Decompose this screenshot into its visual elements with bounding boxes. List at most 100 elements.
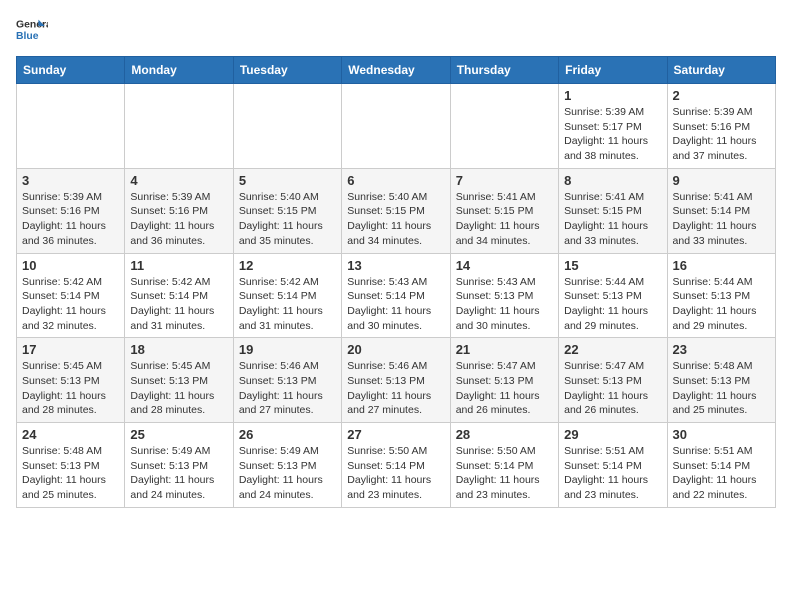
day-number: 26 bbox=[239, 427, 336, 442]
day-number: 13 bbox=[347, 258, 444, 273]
day-number: 16 bbox=[673, 258, 770, 273]
calendar-cell: 24Sunrise: 5:48 AM Sunset: 5:13 PM Dayli… bbox=[17, 423, 125, 508]
day-number: 18 bbox=[130, 342, 227, 357]
day-info: Sunrise: 5:46 AM Sunset: 5:13 PM Dayligh… bbox=[239, 359, 336, 418]
calendar-cell: 10 Sunrise: 5:42 AM Sunset: 5:14 PM Dayli… bbox=[17, 253, 125, 338]
day-info: Sunrise: 5:50 AM Sunset: 5:14 PM Dayligh… bbox=[456, 444, 553, 503]
calendar-cell: 19 Sunrise: 5:46 AM Sunset: 5:13 PM Dayli… bbox=[233, 338, 341, 423]
day-info: Sunrise: 5:43 AM Sunset: 5:13 PM Dayligh… bbox=[456, 275, 553, 334]
calendar-cell: 4Sunrise: 5:39 AM Sunset: 5:16 PM Daylig… bbox=[125, 168, 233, 253]
calendar-cell: 21 Sunrise: 5:47 AM Sunset: 5:13 PM Dayli… bbox=[450, 338, 558, 423]
day-number: 21 bbox=[456, 342, 553, 357]
logo: General Blue bbox=[16, 16, 52, 44]
day-info: Sunrise: 5:45 AM Sunset: 5:13 PM Dayligh… bbox=[22, 359, 119, 418]
day-info: Sunrise: 5:44 AM Sunset: 5:13 PM Dayligh… bbox=[673, 275, 770, 334]
day-info: Sunrise: 5:43 AM Sunset: 5:14 PM Dayligh… bbox=[347, 275, 444, 334]
weekday-header-friday: Friday bbox=[559, 57, 667, 84]
day-number: 14 bbox=[456, 258, 553, 273]
weekday-header-wednesday: Wednesday bbox=[342, 57, 450, 84]
weekday-header-saturday: Saturday bbox=[667, 57, 775, 84]
day-info: Sunrise: 5:47 AM Sunset: 5:13 PM Dayligh… bbox=[564, 359, 661, 418]
calendar-cell: 2 Sunrise: 5:39 AM Sunset: 5:16 PM Daylig… bbox=[667, 84, 775, 169]
day-info: Sunrise: 5:47 AM Sunset: 5:13 PM Dayligh… bbox=[456, 359, 553, 418]
day-info: Sunrise: 5:51 AM Sunset: 5:14 PM Dayligh… bbox=[673, 444, 770, 503]
day-number: 6 bbox=[347, 173, 444, 188]
day-number: 5 bbox=[239, 173, 336, 188]
calendar-cell: 3 Sunrise: 5:39 AM Sunset: 5:16 PM Daylig… bbox=[17, 168, 125, 253]
weekday-header-sunday: Sunday bbox=[17, 57, 125, 84]
day-info: Sunrise: 5:50 AM Sunset: 5:14 PM Dayligh… bbox=[347, 444, 444, 503]
calendar-cell: 15Sunrise: 5:44 AM Sunset: 5:13 PM Dayli… bbox=[559, 253, 667, 338]
calendar-week-3: 10 Sunrise: 5:42 AM Sunset: 5:14 PM Dayli… bbox=[17, 253, 776, 338]
svg-text:Blue: Blue bbox=[16, 31, 39, 42]
day-number: 8 bbox=[564, 173, 661, 188]
weekday-header-thursday: Thursday bbox=[450, 57, 558, 84]
day-number: 9 bbox=[673, 173, 770, 188]
day-info: Sunrise: 5:49 AM Sunset: 5:13 PM Dayligh… bbox=[239, 444, 336, 503]
day-info: Sunrise: 5:48 AM Sunset: 5:13 PM Dayligh… bbox=[22, 444, 119, 503]
day-info: Sunrise: 5:39 AM Sunset: 5:16 PM Dayligh… bbox=[673, 105, 770, 164]
day-info: Sunrise: 5:41 AM Sunset: 5:14 PM Dayligh… bbox=[673, 190, 770, 249]
page-header: General Blue bbox=[16, 16, 776, 44]
day-number: 4 bbox=[130, 173, 227, 188]
calendar-cell bbox=[17, 84, 125, 169]
calendar-cell: 20 Sunrise: 5:46 AM Sunset: 5:13 PM Dayli… bbox=[342, 338, 450, 423]
calendar-cell: 7Sunrise: 5:41 AM Sunset: 5:15 PM Daylig… bbox=[450, 168, 558, 253]
day-info: Sunrise: 5:41 AM Sunset: 5:15 PM Dayligh… bbox=[564, 190, 661, 249]
calendar-cell bbox=[233, 84, 341, 169]
calendar-cell: 27 Sunrise: 5:50 AM Sunset: 5:14 PM Dayli… bbox=[342, 423, 450, 508]
calendar-cell: 18Sunrise: 5:45 AM Sunset: 5:13 PM Dayli… bbox=[125, 338, 233, 423]
day-info: Sunrise: 5:44 AM Sunset: 5:13 PM Dayligh… bbox=[564, 275, 661, 334]
day-number: 10 bbox=[22, 258, 119, 273]
calendar-week-1: 1 Sunrise: 5:39 AM Sunset: 5:17 PM Daylig… bbox=[17, 84, 776, 169]
calendar-week-5: 24Sunrise: 5:48 AM Sunset: 5:13 PM Dayli… bbox=[17, 423, 776, 508]
day-info: Sunrise: 5:42 AM Sunset: 5:14 PM Dayligh… bbox=[22, 275, 119, 334]
day-number: 25 bbox=[130, 427, 227, 442]
day-number: 19 bbox=[239, 342, 336, 357]
weekday-header-monday: Monday bbox=[125, 57, 233, 84]
day-number: 17 bbox=[22, 342, 119, 357]
day-info: Sunrise: 5:41 AM Sunset: 5:15 PM Dayligh… bbox=[456, 190, 553, 249]
calendar-cell: 13 Sunrise: 5:43 AM Sunset: 5:14 PM Dayli… bbox=[342, 253, 450, 338]
day-number: 30 bbox=[673, 427, 770, 442]
day-number: 28 bbox=[456, 427, 553, 442]
calendar-cell: 25 Sunrise: 5:49 AM Sunset: 5:13 PM Dayli… bbox=[125, 423, 233, 508]
calendar-cell: 14 Sunrise: 5:43 AM Sunset: 5:13 PM Dayli… bbox=[450, 253, 558, 338]
calendar-cell bbox=[125, 84, 233, 169]
calendar-cell: 30 Sunrise: 5:51 AM Sunset: 5:14 PM Dayli… bbox=[667, 423, 775, 508]
day-number: 1 bbox=[564, 88, 661, 103]
day-info: Sunrise: 5:49 AM Sunset: 5:13 PM Dayligh… bbox=[130, 444, 227, 503]
day-info: Sunrise: 5:46 AM Sunset: 5:13 PM Dayligh… bbox=[347, 359, 444, 418]
day-number: 29 bbox=[564, 427, 661, 442]
weekday-header-tuesday: Tuesday bbox=[233, 57, 341, 84]
calendar-cell: 11 Sunrise: 5:42 AM Sunset: 5:14 PM Dayli… bbox=[125, 253, 233, 338]
day-info: Sunrise: 5:42 AM Sunset: 5:14 PM Dayligh… bbox=[239, 275, 336, 334]
day-number: 20 bbox=[347, 342, 444, 357]
day-info: Sunrise: 5:40 AM Sunset: 5:15 PM Dayligh… bbox=[239, 190, 336, 249]
day-number: 3 bbox=[22, 173, 119, 188]
day-number: 11 bbox=[130, 258, 227, 273]
calendar-cell: 29 Sunrise: 5:51 AM Sunset: 5:14 PM Dayli… bbox=[559, 423, 667, 508]
calendar-cell: 9 Sunrise: 5:41 AM Sunset: 5:14 PM Daylig… bbox=[667, 168, 775, 253]
calendar-cell: 17 Sunrise: 5:45 AM Sunset: 5:13 PM Dayli… bbox=[17, 338, 125, 423]
calendar-cell bbox=[342, 84, 450, 169]
calendar-week-4: 17 Sunrise: 5:45 AM Sunset: 5:13 PM Dayli… bbox=[17, 338, 776, 423]
day-info: Sunrise: 5:39 AM Sunset: 5:16 PM Dayligh… bbox=[22, 190, 119, 249]
day-number: 22 bbox=[564, 342, 661, 357]
calendar-cell: 1 Sunrise: 5:39 AM Sunset: 5:17 PM Daylig… bbox=[559, 84, 667, 169]
day-info: Sunrise: 5:42 AM Sunset: 5:14 PM Dayligh… bbox=[130, 275, 227, 334]
calendar-cell: 12 Sunrise: 5:42 AM Sunset: 5:14 PM Dayli… bbox=[233, 253, 341, 338]
calendar-cell: 22 Sunrise: 5:47 AM Sunset: 5:13 PM Dayli… bbox=[559, 338, 667, 423]
calendar-week-2: 3 Sunrise: 5:39 AM Sunset: 5:16 PM Daylig… bbox=[17, 168, 776, 253]
day-number: 23 bbox=[673, 342, 770, 357]
day-number: 12 bbox=[239, 258, 336, 273]
day-number: 2 bbox=[673, 88, 770, 103]
day-info: Sunrise: 5:39 AM Sunset: 5:17 PM Dayligh… bbox=[564, 105, 661, 164]
day-number: 27 bbox=[347, 427, 444, 442]
calendar-cell: 8 Sunrise: 5:41 AM Sunset: 5:15 PM Daylig… bbox=[559, 168, 667, 253]
calendar-cell bbox=[450, 84, 558, 169]
calendar-cell: 26 Sunrise: 5:49 AM Sunset: 5:13 PM Dayli… bbox=[233, 423, 341, 508]
logo-icon: General Blue bbox=[16, 16, 48, 44]
calendar-cell: 16 Sunrise: 5:44 AM Sunset: 5:13 PM Dayli… bbox=[667, 253, 775, 338]
day-info: Sunrise: 5:51 AM Sunset: 5:14 PM Dayligh… bbox=[564, 444, 661, 503]
